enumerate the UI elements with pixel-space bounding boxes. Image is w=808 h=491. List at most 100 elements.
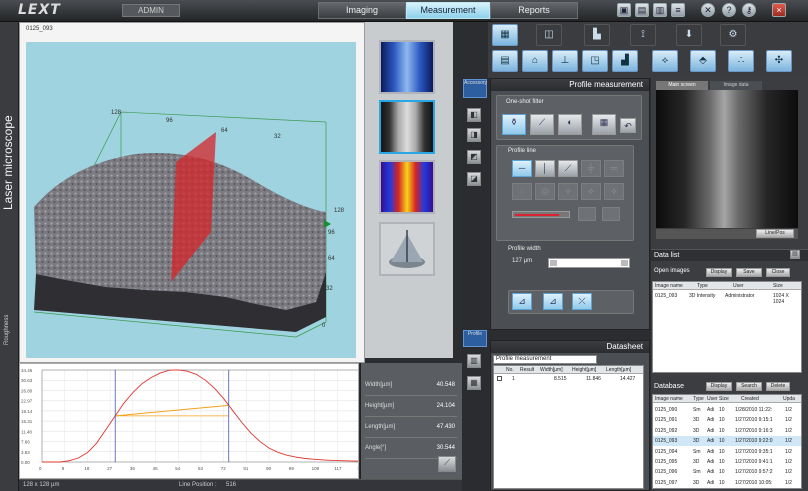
line-tool-vertical[interactable]: │ [535, 160, 555, 177]
profile-icon-2[interactable]: ▦ [467, 376, 481, 390]
preview-image[interactable] [656, 90, 798, 228]
save-icon[interactable]: ▣ [617, 3, 631, 17]
accessory-icon-3[interactable]: ◩ [467, 150, 481, 164]
tool-plane-button[interactable]: ⬘ [690, 50, 716, 72]
line-option-2[interactable] [602, 207, 620, 221]
help-icon[interactable]: ? [722, 3, 736, 17]
accessory-icon-1[interactable]: ◧ [467, 108, 481, 122]
mode-button-2[interactable]: ⊿ [543, 293, 563, 310]
filter-button-3[interactable]: ◐ [558, 114, 582, 135]
tab-measurement[interactable]: Measurement [406, 2, 490, 19]
close-button[interactable]: Close [766, 268, 790, 277]
profile-width-slider[interactable] [548, 258, 630, 268]
line-tool-6[interactable]: ◌ [512, 183, 532, 200]
line-color-slider[interactable] [512, 211, 570, 218]
filter-button-4[interactable]: ▦ [592, 114, 616, 135]
table-row[interactable]: 0125_091 3D Adi 10 1/27/2010 9:15:1 1/2 [653, 415, 801, 425]
tool-profile-button[interactable]: ▤ [492, 50, 518, 72]
line-tool-4[interactable]: ╪ [581, 160, 601, 177]
file-icon[interactable]: ≡ [671, 3, 685, 17]
y-tick-label: 34.46 [21, 368, 33, 373]
tool-filter-button[interactable]: ⟟ [630, 24, 656, 46]
tool-surface-button[interactable]: ⟡ [652, 50, 678, 72]
profile-tool-button[interactable]: ⟋ [438, 456, 456, 472]
tool-analysis-button[interactable]: ◫ [536, 24, 562, 46]
mode-button-3[interactable]: ⤫ [572, 293, 592, 310]
display-button[interactable]: Display [706, 268, 732, 277]
table-row[interactable]: 0125_090 Sm Adi 10 1/28/2010 11:22: 1/2 [653, 405, 801, 415]
roughness-tab[interactable]: Roughness [4, 315, 10, 345]
tool-image-button[interactable]: ▦ [492, 24, 518, 46]
print-icon[interactable]: ▤ [635, 3, 649, 17]
list-item[interactable]: 0125_093 3D Intensity Administrator 1024… [653, 292, 801, 305]
tool-volume-button[interactable]: ▟ [612, 50, 638, 72]
user-label[interactable]: ADMIN [122, 4, 180, 17]
tool-level-button[interactable]: ▙ [584, 24, 610, 46]
save-button[interactable]: Save [736, 268, 762, 277]
tab-reports[interactable]: Reports [490, 2, 578, 19]
line-tool-7[interactable]: ◎ [535, 183, 555, 200]
database-table[interactable]: Image name Type User Size Created Upda 0… [652, 394, 802, 489]
line-profile-chart[interactable]: 34.46 30.63 26.80 22.97 19.14 15.31 11.48 7.66 3… [19, 363, 365, 479]
open-images-table[interactable]: Image name Type User Size 0125_093 3D In… [652, 281, 802, 373]
3d-view[interactable]: 128 96 64 32 128 96 64 32 0 [26, 42, 356, 358]
folder-icon[interactable]: ▥ [653, 3, 667, 17]
line-tool-horizontal[interactable]: ─ [512, 160, 532, 177]
tool-step-button[interactable]: ⌂ [522, 50, 548, 72]
mode-button-1[interactable]: ⊿ [512, 293, 532, 310]
tool-particle-button[interactable]: ∴ [728, 50, 754, 72]
tab-accessory[interactable]: Accessory [463, 79, 487, 98]
cell-type: 3D [693, 427, 700, 434]
close-icon[interactable]: × [772, 3, 786, 17]
line-tool-10[interactable]: ⟡ [604, 183, 624, 200]
table-row[interactable]: 0125_094 Sm Adi 10 1/27/2010 9:35:1 1/2 [653, 447, 801, 457]
tab-main-screen[interactable]: Main screen [656, 81, 708, 90]
datasheet-table[interactable]: No. Result Width[µm] Height[µm] Length[µ… [493, 365, 644, 489]
line-tool-8[interactable]: ⟡ [558, 183, 578, 200]
axis-label: 0 [322, 323, 326, 329]
thumb-intensity[interactable] [379, 100, 435, 154]
tab-image-data[interactable]: Image data [710, 81, 762, 90]
filter-button-1[interactable]: ⚱ [502, 114, 526, 135]
db-delete-button[interactable]: Delete [766, 382, 790, 391]
table-row[interactable]: 0125_093 3D Adi 10 1/27/2010 9:22:0 1/2 [653, 436, 801, 447]
table-row[interactable]: 0125_097 3D Adi 10 1/27/2010 10:05: 1/2 [653, 478, 801, 488]
table-row[interactable]: 0125_095 3D Adi 10 1/27/2010 9:41:1 1/2 [653, 457, 801, 467]
filter-button-2[interactable]: ⟋ [530, 114, 554, 135]
key-icon[interactable]: ⚷ [742, 3, 756, 17]
tool-height-button[interactable]: ⊥ [552, 50, 578, 72]
data-list-menu-icon[interactable]: ▤ [790, 250, 800, 259]
accessory-icon-2[interactable]: ◨ [467, 128, 481, 142]
cell-name: 0125_090 [655, 407, 678, 413]
line-tool-9[interactable]: ⟡ [581, 183, 601, 200]
table-row[interactable]: 1 8.515 11.846 14.427 [494, 375, 643, 383]
tab-profile[interactable]: Profile [463, 330, 487, 347]
thumb-cone-icon[interactable] [379, 222, 435, 276]
undo-icon[interactable]: ↶ [620, 118, 636, 133]
db-search-button[interactable]: Search [736, 382, 762, 391]
profile-icon-1[interactable]: ▥ [467, 354, 481, 368]
cell-created: 1/27/2010 9:22:0 [735, 438, 773, 445]
line-tool-diagonal[interactable]: ⟋ [558, 160, 578, 177]
preview-controls: Line/Pos [656, 229, 798, 239]
tool-settings-button[interactable]: ⚙ [720, 24, 746, 46]
datasheet-select[interactable]: Profile measurement [493, 355, 597, 364]
tool-area-button[interactable]: ◳ [582, 50, 608, 72]
database-header: Image name Type User Size Created Upda [653, 395, 801, 403]
tab-imaging[interactable]: Imaging [318, 2, 406, 19]
thumb-heightmap[interactable] [379, 160, 435, 214]
tool-distance-button[interactable]: ✣ [766, 50, 792, 72]
line-tool-5[interactable]: ═ [604, 160, 624, 177]
table-row[interactable]: 0125_092 3D Adi 10 1/27/2010 9:16:3 1/2 [653, 426, 801, 436]
row-checkbox[interactable] [497, 376, 502, 381]
x-tick-label: 99 [289, 466, 295, 471]
line-option-1[interactable] [578, 207, 596, 221]
accessory-icon-4[interactable]: ◪ [467, 172, 481, 186]
cell-user: Adi [707, 427, 715, 434]
db-display-button[interactable]: Display [706, 382, 732, 391]
line-pos-button[interactable]: Line/Pos [756, 229, 794, 238]
tool-export-button[interactable]: ⬇ [676, 24, 702, 46]
table-row[interactable]: 0125_096 Sm Adi 10 1/27/2010 9:57:2 1/2 [653, 467, 801, 477]
tool-icon[interactable]: ✕ [701, 3, 715, 17]
thumb-3d-blue[interactable] [379, 40, 435, 94]
